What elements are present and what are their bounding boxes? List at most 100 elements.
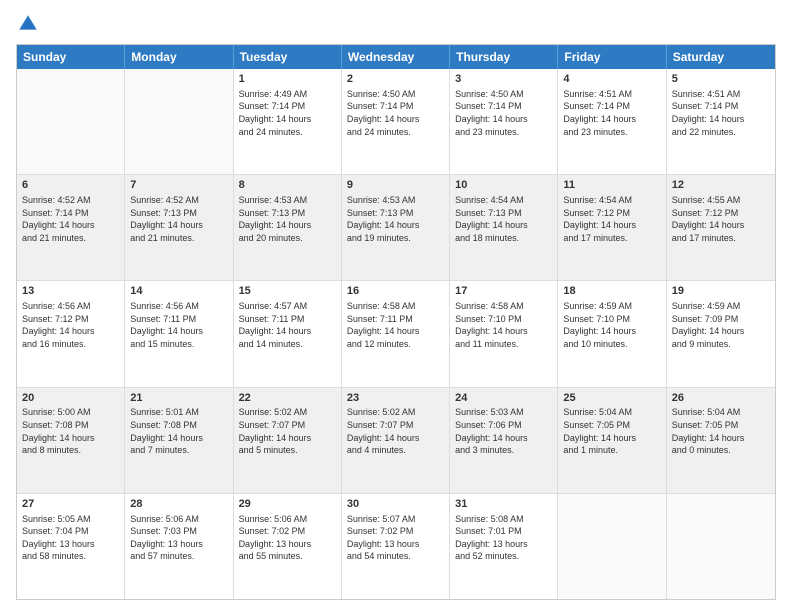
table-row [17,69,125,174]
day-number: 6 [22,178,119,193]
cal-header-wednesday: Wednesday [342,45,450,69]
day-info: Sunrise: 4:50 AM Sunset: 7:14 PM Dayligh… [455,88,552,138]
day-number: 2 [347,72,444,87]
table-row: 5Sunrise: 4:51 AM Sunset: 7:14 PM Daylig… [667,69,775,174]
day-number: 3 [455,72,552,87]
table-row [558,494,666,599]
day-info: Sunrise: 4:52 AM Sunset: 7:13 PM Dayligh… [130,194,227,244]
table-row: 29Sunrise: 5:06 AM Sunset: 7:02 PM Dayli… [234,494,342,599]
table-row: 4Sunrise: 4:51 AM Sunset: 7:14 PM Daylig… [558,69,666,174]
day-info: Sunrise: 4:56 AM Sunset: 7:11 PM Dayligh… [130,300,227,350]
day-info: Sunrise: 4:56 AM Sunset: 7:12 PM Dayligh… [22,300,119,350]
table-row: 15Sunrise: 4:57 AM Sunset: 7:11 PM Dayli… [234,281,342,386]
table-row: 27Sunrise: 5:05 AM Sunset: 7:04 PM Dayli… [17,494,125,599]
cal-header-sunday: Sunday [17,45,125,69]
day-info: Sunrise: 4:59 AM Sunset: 7:09 PM Dayligh… [672,300,770,350]
day-number: 21 [130,391,227,406]
table-row: 9Sunrise: 4:53 AM Sunset: 7:13 PM Daylig… [342,175,450,280]
cal-header-friday: Friday [558,45,666,69]
day-info: Sunrise: 4:53 AM Sunset: 7:13 PM Dayligh… [347,194,444,244]
calendar-week-4: 20Sunrise: 5:00 AM Sunset: 7:08 PM Dayli… [17,388,775,494]
table-row: 18Sunrise: 4:59 AM Sunset: 7:10 PM Dayli… [558,281,666,386]
day-info: Sunrise: 5:08 AM Sunset: 7:01 PM Dayligh… [455,513,552,563]
table-row: 28Sunrise: 5:06 AM Sunset: 7:03 PM Dayli… [125,494,233,599]
table-row: 12Sunrise: 4:55 AM Sunset: 7:12 PM Dayli… [667,175,775,280]
day-number: 31 [455,497,552,512]
calendar: SundayMondayTuesdayWednesdayThursdayFrid… [16,44,776,600]
day-number: 15 [239,284,336,299]
table-row: 30Sunrise: 5:07 AM Sunset: 7:02 PM Dayli… [342,494,450,599]
day-number: 10 [455,178,552,193]
day-number: 13 [22,284,119,299]
day-number: 30 [347,497,444,512]
table-row: 10Sunrise: 4:54 AM Sunset: 7:13 PM Dayli… [450,175,558,280]
day-number: 12 [672,178,770,193]
table-row: 19Sunrise: 4:59 AM Sunset: 7:09 PM Dayli… [667,281,775,386]
day-number: 11 [563,178,660,193]
table-row: 6Sunrise: 4:52 AM Sunset: 7:14 PM Daylig… [17,175,125,280]
day-info: Sunrise: 5:00 AM Sunset: 7:08 PM Dayligh… [22,406,119,456]
day-number: 23 [347,391,444,406]
table-row [667,494,775,599]
table-row: 11Sunrise: 4:54 AM Sunset: 7:12 PM Dayli… [558,175,666,280]
table-row: 14Sunrise: 4:56 AM Sunset: 7:11 PM Dayli… [125,281,233,386]
table-row: 25Sunrise: 5:04 AM Sunset: 7:05 PM Dayli… [558,388,666,493]
day-number: 8 [239,178,336,193]
day-number: 20 [22,391,119,406]
calendar-week-2: 6Sunrise: 4:52 AM Sunset: 7:14 PM Daylig… [17,175,775,281]
day-number: 28 [130,497,227,512]
day-number: 7 [130,178,227,193]
day-number: 4 [563,72,660,87]
table-row: 23Sunrise: 5:02 AM Sunset: 7:07 PM Dayli… [342,388,450,493]
table-row: 3Sunrise: 4:50 AM Sunset: 7:14 PM Daylig… [450,69,558,174]
cal-header-thursday: Thursday [450,45,558,69]
day-number: 18 [563,284,660,299]
day-info: Sunrise: 5:04 AM Sunset: 7:05 PM Dayligh… [672,406,770,456]
table-row: 8Sunrise: 4:53 AM Sunset: 7:13 PM Daylig… [234,175,342,280]
day-info: Sunrise: 4:54 AM Sunset: 7:12 PM Dayligh… [563,194,660,244]
day-info: Sunrise: 5:05 AM Sunset: 7:04 PM Dayligh… [22,513,119,563]
day-number: 29 [239,497,336,512]
table-row: 13Sunrise: 4:56 AM Sunset: 7:12 PM Dayli… [17,281,125,386]
day-info: Sunrise: 4:58 AM Sunset: 7:10 PM Dayligh… [455,300,552,350]
logo [16,12,44,36]
day-number: 9 [347,178,444,193]
calendar-body: 1Sunrise: 4:49 AM Sunset: 7:14 PM Daylig… [17,69,775,599]
day-info: Sunrise: 5:03 AM Sunset: 7:06 PM Dayligh… [455,406,552,456]
table-row: 16Sunrise: 4:58 AM Sunset: 7:11 PM Dayli… [342,281,450,386]
day-number: 5 [672,72,770,87]
calendar-week-3: 13Sunrise: 4:56 AM Sunset: 7:12 PM Dayli… [17,281,775,387]
day-number: 19 [672,284,770,299]
day-info: Sunrise: 5:06 AM Sunset: 7:03 PM Dayligh… [130,513,227,563]
table-row: 24Sunrise: 5:03 AM Sunset: 7:06 PM Dayli… [450,388,558,493]
table-row: 21Sunrise: 5:01 AM Sunset: 7:08 PM Dayli… [125,388,233,493]
logo-icon [16,12,40,36]
day-info: Sunrise: 4:54 AM Sunset: 7:13 PM Dayligh… [455,194,552,244]
day-number: 1 [239,72,336,87]
day-number: 22 [239,391,336,406]
day-info: Sunrise: 4:58 AM Sunset: 7:11 PM Dayligh… [347,300,444,350]
day-info: Sunrise: 4:49 AM Sunset: 7:14 PM Dayligh… [239,88,336,138]
calendar-week-5: 27Sunrise: 5:05 AM Sunset: 7:04 PM Dayli… [17,494,775,599]
day-number: 27 [22,497,119,512]
day-info: Sunrise: 4:50 AM Sunset: 7:14 PM Dayligh… [347,88,444,138]
day-info: Sunrise: 5:01 AM Sunset: 7:08 PM Dayligh… [130,406,227,456]
day-info: Sunrise: 4:53 AM Sunset: 7:13 PM Dayligh… [239,194,336,244]
day-number: 14 [130,284,227,299]
day-info: Sunrise: 5:07 AM Sunset: 7:02 PM Dayligh… [347,513,444,563]
day-info: Sunrise: 4:57 AM Sunset: 7:11 PM Dayligh… [239,300,336,350]
cal-header-tuesday: Tuesday [234,45,342,69]
day-number: 26 [672,391,770,406]
table-row: 2Sunrise: 4:50 AM Sunset: 7:14 PM Daylig… [342,69,450,174]
day-number: 17 [455,284,552,299]
cal-header-monday: Monday [125,45,233,69]
table-row: 1Sunrise: 4:49 AM Sunset: 7:14 PM Daylig… [234,69,342,174]
calendar-header: SundayMondayTuesdayWednesdayThursdayFrid… [17,45,775,69]
table-row: 20Sunrise: 5:00 AM Sunset: 7:08 PM Dayli… [17,388,125,493]
day-info: Sunrise: 4:55 AM Sunset: 7:12 PM Dayligh… [672,194,770,244]
table-row: 17Sunrise: 4:58 AM Sunset: 7:10 PM Dayli… [450,281,558,386]
day-number: 25 [563,391,660,406]
table-row: 31Sunrise: 5:08 AM Sunset: 7:01 PM Dayli… [450,494,558,599]
day-info: Sunrise: 5:06 AM Sunset: 7:02 PM Dayligh… [239,513,336,563]
day-info: Sunrise: 4:51 AM Sunset: 7:14 PM Dayligh… [672,88,770,138]
